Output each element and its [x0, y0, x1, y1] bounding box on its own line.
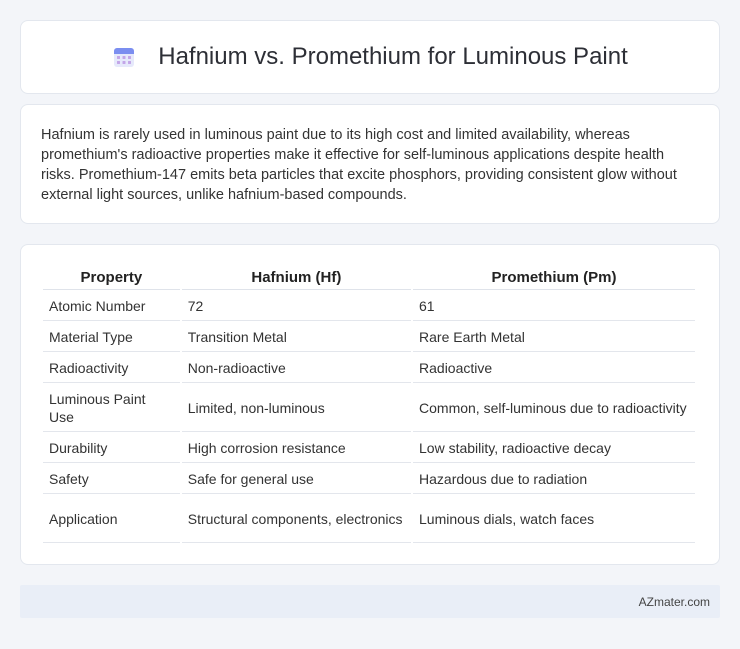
table-row: Radioactivity Non-radioactive Radioactiv…	[43, 353, 695, 383]
footer-site-link[interactable]: AZmater.com	[639, 595, 710, 609]
title-wrap: Hafnium vs. Promethium for Luminous Pain…	[112, 43, 628, 71]
table-cell: Structural components, electronics	[181, 495, 412, 543]
table-cell: Durability	[43, 433, 180, 463]
intro-paragraph: Hafnium is rarely used in luminous paint…	[41, 127, 677, 203]
table-cell: Hazardous due to radiation	[413, 464, 695, 494]
table-cell: Atomic Number	[43, 291, 180, 321]
table-row: Luminous Paint Use Limited, non-luminous…	[43, 384, 695, 432]
table-row: Atomic Number 72 61	[43, 291, 695, 321]
table-cell: Transition Metal	[181, 322, 412, 352]
table-cell: Non-radioactive	[181, 353, 412, 383]
table-cell: Safe for general use	[181, 464, 412, 494]
table-cell: Common, self-luminous due to radioactivi…	[413, 384, 695, 432]
table-cell: Material Type	[43, 322, 180, 352]
comparison-card: Property Hafnium (Hf) Promethium (Pm) At…	[20, 244, 720, 565]
calendar-icon	[114, 48, 135, 67]
comparison-table: Property Hafnium (Hf) Promethium (Pm) At…	[41, 265, 697, 544]
table-row: Material Type Transition Metal Rare Eart…	[43, 322, 695, 352]
table-cell: Application	[43, 495, 180, 543]
table-cell: Rare Earth Metal	[413, 322, 695, 352]
header-property: Property	[43, 266, 180, 290]
table-cell: High corrosion resistance	[181, 433, 412, 463]
table-cell: 61	[413, 291, 695, 321]
table-cell: Limited, non-luminous	[181, 384, 412, 432]
table-row: Application Structural components, elect…	[43, 495, 695, 543]
table-row: Safety Safe for general use Hazardous du…	[43, 464, 695, 494]
table-cell: Radioactivity	[43, 353, 180, 383]
title-card: Hafnium vs. Promethium for Luminous Pain…	[20, 20, 720, 94]
footer-bar: AZmater.com	[20, 585, 720, 618]
table-row: Durability High corrosion resistance Low…	[43, 433, 695, 463]
table-cell: Luminous dials, watch faces	[413, 495, 695, 543]
table-cell: Safety	[43, 464, 180, 494]
table-cell: Radioactive	[413, 353, 695, 383]
header-promethium: Promethium (Pm)	[413, 266, 695, 290]
table-header-row: Property Hafnium (Hf) Promethium (Pm)	[43, 266, 695, 290]
table-cell: 72	[181, 291, 412, 321]
intro-card: Hafnium is rarely used in luminous paint…	[20, 104, 720, 224]
table-cell: Luminous Paint Use	[43, 384, 180, 432]
header-hafnium: Hafnium (Hf)	[181, 266, 412, 290]
page-title: Hafnium vs. Promethium for Luminous Pain…	[158, 43, 628, 70]
table-cell: Low stability, radioactive decay	[413, 433, 695, 463]
